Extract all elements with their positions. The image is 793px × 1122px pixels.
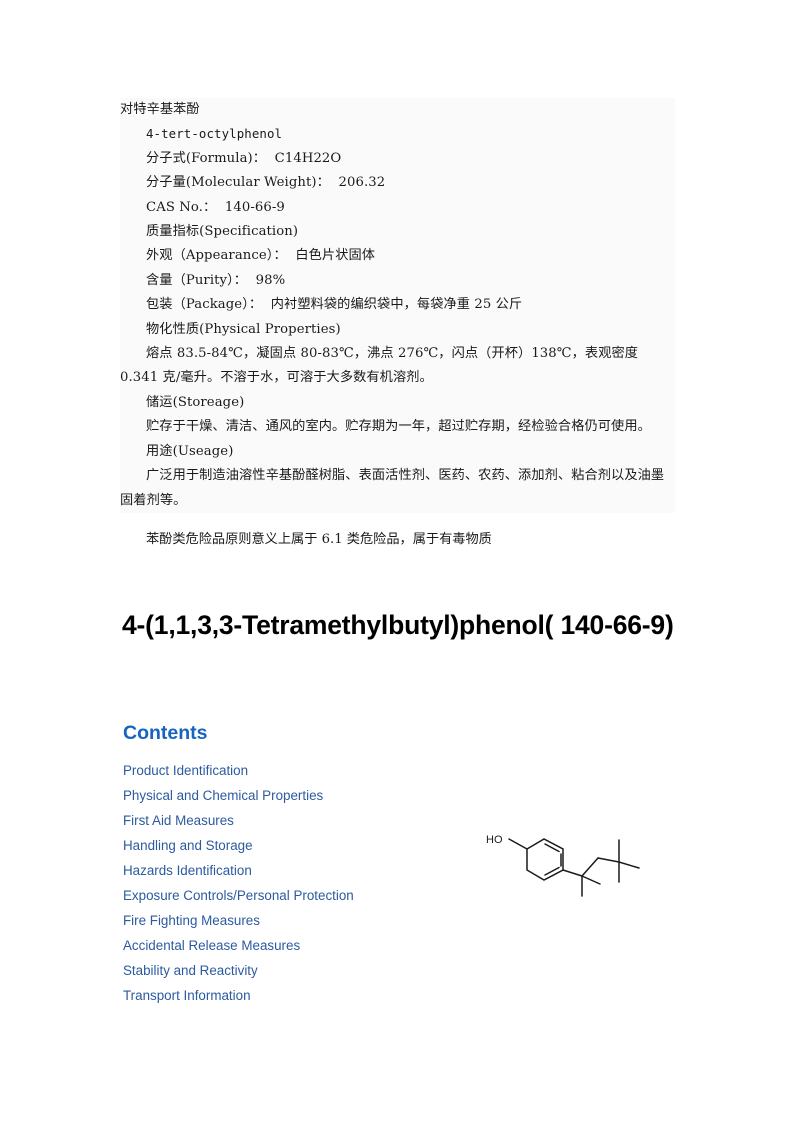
page-title: 4-(1,1,3,3-Tetramethylbutyl)phenol( 140-…: [122, 609, 674, 640]
datasheet-line-usage-heading: 用途(Useage): [146, 443, 234, 459]
toc-link-handling-and-storage[interactable]: Handling and Storage: [123, 833, 463, 858]
datasheet-line-storage-body: 贮存于干燥、清洁、通风的室内。贮存期为一年，超过贮存期，经检验合格仍可使用。: [146, 419, 651, 435]
datasheet-line-physical-properties-body: 熔点 83.5-84℃，凝固点 80-83℃，沸点 276℃，闪点（开杯）138…: [120, 346, 643, 386]
toc-link-product-identification[interactable]: Product Identification: [123, 758, 463, 783]
toc-link-exposure-controls-personal-protection[interactable]: Exposure Controls/Personal Protection: [123, 883, 463, 908]
bond-c1-methyl-right: [581, 875, 601, 885]
contents-heading: Contents: [123, 722, 208, 745]
bond-ho-to-ring: [508, 838, 528, 850]
datasheet-line-formula: 分子式(Formula)： C14H22O: [146, 150, 342, 166]
toc-link-hazards-identification[interactable]: Hazards Identification: [123, 858, 463, 883]
toc-link-first-aid-measures[interactable]: First Aid Measures: [123, 808, 463, 833]
datasheet-line-specification-heading: 质量指标(Specification): [146, 224, 299, 240]
benzene-ring-outline: [526, 838, 564, 881]
toc-link-transport-information[interactable]: Transport Information: [123, 983, 463, 1008]
bond-ring-to-c1: [562, 869, 583, 877]
molecule-skeletal-svg: HO: [486, 834, 640, 897]
datasheet-block: 对特辛基苯酚 4-tert-octylphenol 分子式(Formula)： …: [120, 98, 675, 513]
datasheet-line-purity: 含量（Purity）： 98%: [146, 272, 286, 288]
bond-c1-to-ch2: [581, 857, 599, 877]
datasheet-line-english-name: 4-tert-octylphenol: [146, 126, 283, 142]
datasheet-line-molecular-weight: 分子量(Molecular Weight)： 206.32: [146, 175, 386, 191]
document-page: 对特辛基苯酚 4-tert-octylphenol 分子式(Formula)： …: [0, 0, 793, 1122]
datasheet-line-cas-no: CAS No.： 140-66-9: [146, 199, 285, 215]
bond-c2-methyl-right: [618, 861, 640, 869]
datasheet-heading: 对特辛基苯酚: [120, 102, 200, 117]
toc-link-stability-and-reactivity[interactable]: Stability and Reactivity: [123, 958, 463, 983]
toc-link-fire-fighting-measures[interactable]: Fire Fighting Measures: [123, 908, 463, 933]
datasheet-hazard-class-line: 苯酚类危险品原则意义上属于 6.1 类危险品，属于有毒物质: [146, 532, 492, 547]
chemical-structure-diagram: HO: [483, 806, 663, 906]
datasheet-line-physical-properties-heading: 物化性质(Physical Properties): [146, 321, 341, 337]
datasheet-line-appearance: 外观（Appearance）： 白色片状固体: [146, 248, 376, 264]
datasheet-line-package: 包装（Package）： 内衬塑料袋的编织袋中，每袋净重 25 公斤: [146, 297, 523, 313]
toc-link-physical-and-chemical-properties[interactable]: Physical and Chemical Properties: [123, 783, 463, 808]
hydroxyl-label: HO: [486, 834, 503, 846]
datasheet-line-usage-body: 广泛用于制造油溶性辛基酚醛树脂、表面活性剂、医药、农药、添加剂、粘合剂以及油墨固…: [120, 468, 665, 508]
toc-link-accidental-release-measures[interactable]: Accidental Release Measures: [123, 933, 463, 958]
datasheet-line-storage-heading: 储运(Storeage): [146, 394, 245, 410]
contents-list: Product Identification Physical and Chem…: [123, 758, 463, 1008]
bond-ch2-to-c2: [597, 857, 620, 863]
